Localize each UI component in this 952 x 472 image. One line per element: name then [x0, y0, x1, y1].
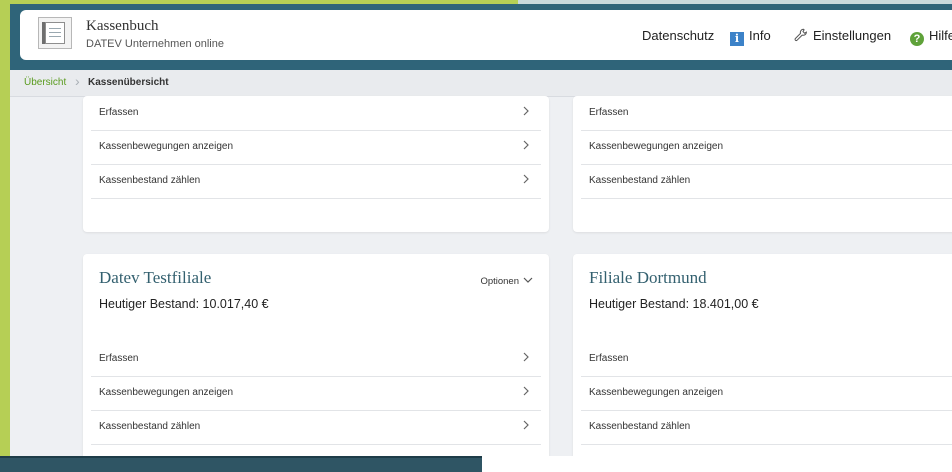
info-icon: i	[730, 32, 744, 46]
info-link[interactable]: i Info	[730, 28, 771, 46]
list-item-count-balance[interactable]: Kassenbestand zählen	[91, 410, 541, 445]
breadcrumb-current: Kassenübersicht	[88, 77, 169, 88]
info-link-label: Info	[749, 28, 771, 43]
cash-card-upper-right: Erfassen Kassenbewegungen anzeigen Kasse…	[573, 96, 952, 232]
list-item-show-movements[interactable]: Kassenbewegungen anzeigen	[581, 376, 952, 411]
cash-card-filiale-dortmund: Filiale Dortmund Heutiger Bestand: 18.40…	[573, 254, 952, 456]
app-header: Kassenbuch DATEV Unternehmen online Date…	[20, 10, 952, 60]
chevron-down-icon	[523, 277, 533, 283]
list-item-count-balance[interactable]: Kassenbestand zählen	[581, 410, 952, 445]
list-item-show-movements[interactable]: Kassenbewegungen anzeigen	[91, 130, 541, 165]
card-title: Datev Testfiliale	[99, 268, 212, 287]
list-item-enter[interactable]: Erfassen	[91, 96, 541, 131]
privacy-link-label: Datenschutz	[642, 28, 715, 43]
cashbook-logo-icon[interactable]	[38, 17, 72, 49]
app-title: Kassenbuch	[86, 18, 159, 34]
app-subtitle: DATEV Unternehmen online	[86, 38, 224, 50]
list-item-label: Kassenbewegungen anzeigen	[589, 141, 723, 152]
help-link[interactable]: ? Hilfe	[910, 28, 952, 46]
frame-bottom-bar-edge	[0, 456, 482, 458]
chevron-right-icon	[523, 386, 529, 396]
chevron-right-icon	[523, 352, 529, 362]
chevron-right-icon	[523, 106, 529, 116]
chevron-right-icon	[523, 140, 529, 150]
chevron-right-icon	[523, 174, 529, 184]
list-item-label: Kassenbestand zählen	[589, 175, 691, 186]
list-item-enter[interactable]: Erfassen	[91, 342, 541, 377]
breadcrumb: Übersicht › Kassenübersicht	[10, 70, 952, 97]
list-item-count-balance[interactable]: Kassenbestand zählen	[91, 164, 541, 199]
list-item-label: Erfassen	[99, 353, 139, 364]
privacy-link[interactable]: Datenschutz	[642, 28, 714, 43]
current-balance: Heutiger Bestand: 10.017,40 €	[99, 297, 269, 311]
list-item-label: Erfassen	[589, 353, 629, 364]
chevron-right-icon	[523, 420, 529, 430]
cash-card-upper-left: Erfassen Kassenbewegungen anzeigen Kasse…	[83, 96, 549, 232]
list-item-label: Kassenbestand zählen	[99, 421, 201, 432]
breadcrumb-root-link[interactable]: Übersicht	[24, 77, 66, 88]
wrench-icon	[794, 28, 808, 45]
options-dropdown[interactable]: Optionen	[480, 276, 533, 287]
frame-bottom-gap	[482, 466, 952, 472]
list-item-label: Erfassen	[589, 107, 629, 118]
list-item-label: Kassenbestand zählen	[99, 175, 201, 186]
list-item-enter[interactable]: Erfassen	[581, 342, 952, 377]
breadcrumb-separator-icon: ›	[75, 73, 80, 89]
options-dropdown-label: Optionen	[480, 276, 519, 287]
list-item-show-movements[interactable]: Kassenbewegungen anzeigen	[581, 130, 952, 165]
help-icon: ?	[910, 32, 924, 46]
list-item-count-balance[interactable]: Kassenbestand zählen	[581, 164, 952, 199]
list-item-show-movements[interactable]: Kassenbewegungen anzeigen	[91, 376, 541, 411]
help-link-label: Hilfe	[929, 28, 952, 43]
app-window: Kassenbuch DATEV Unternehmen online Date…	[10, 4, 952, 456]
list-item-label: Kassenbewegungen anzeigen	[589, 387, 723, 398]
frame-accent-left	[0, 0, 10, 472]
list-item-enter[interactable]: Erfassen	[581, 96, 952, 131]
current-balance: Heutiger Bestand: 18.401,00 €	[589, 297, 759, 311]
list-item-label: Kassenbewegungen anzeigen	[99, 141, 233, 152]
frame-bottom-bar	[0, 456, 482, 472]
list-item-label: Erfassen	[99, 107, 139, 118]
settings-link[interactable]: Einstellungen	[794, 28, 891, 45]
list-item-label: Kassenbestand zählen	[589, 421, 691, 432]
list-item-label: Kassenbewegungen anzeigen	[99, 387, 233, 398]
settings-link-label: Einstellungen	[813, 28, 892, 43]
cash-card-datev-testfiliale: Datev Testfiliale Optionen Heutiger Best…	[83, 254, 549, 456]
card-title: Filiale Dortmund	[589, 268, 707, 287]
